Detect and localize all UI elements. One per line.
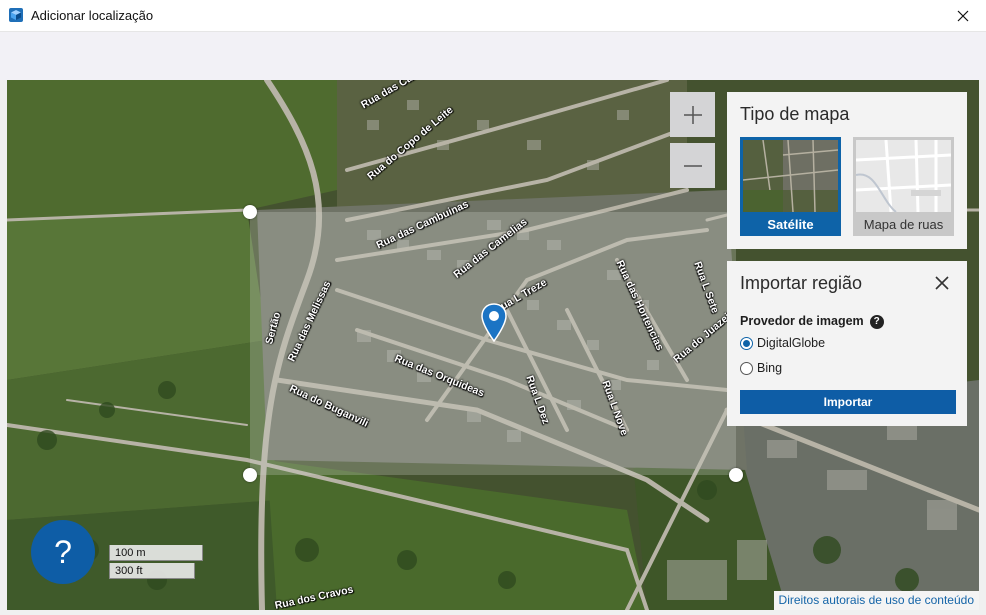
window-close-button[interactable]: [940, 0, 986, 31]
import-region-close-button[interactable]: [933, 274, 951, 292]
toolbar-band: [0, 32, 986, 80]
radio-unselected[interactable]: [740, 361, 753, 375]
title-bar: Adicionar localização: [0, 0, 986, 32]
help-icon[interactable]: ?: [869, 314, 884, 329]
satellite-thumbnail: [743, 140, 838, 212]
region-handle-top-left[interactable]: [243, 205, 257, 219]
provider-label: Provedor de imagem: [740, 314, 864, 328]
provider-option-label: Bing: [757, 361, 783, 375]
provider-label-row: Provedor de imagem?: [740, 314, 884, 329]
map-type-title: Tipo de mapa: [740, 104, 850, 124]
map-view[interactable]: Rua das Camelias Rua do Copo de Leite Ru…: [7, 80, 979, 610]
zoom-out-button[interactable]: [670, 143, 715, 188]
provider-option-bing[interactable]: Bing: [740, 361, 782, 375]
radio-selected[interactable]: [740, 336, 753, 350]
map-type-panel: Tipo de mapa Satélite Mapa de ruas: [727, 92, 967, 249]
map-type-street-label: Mapa de ruas: [853, 212, 954, 236]
import-button[interactable]: Importar: [740, 390, 956, 414]
map-type-satellite[interactable]: Satélite: [740, 137, 841, 236]
region-handle-bottom-left[interactable]: [243, 468, 257, 482]
provider-option-digitalglobe[interactable]: DigitalGlobe: [740, 336, 825, 350]
copyright-link[interactable]: Direitos autorais de uso de conteúdo: [773, 591, 979, 610]
import-region-panel: Importar região Provedor de imagem? Digi…: [727, 261, 967, 426]
provider-option-label: DigitalGlobe: [757, 336, 826, 350]
region-handle-bottom-right[interactable]: [729, 468, 743, 482]
help-button[interactable]: ?: [31, 520, 95, 584]
close-icon: [935, 276, 949, 290]
street-map-thumbnail: [856, 140, 951, 212]
plus-icon: [683, 105, 702, 124]
map-type-satellite-label: Satélite: [740, 212, 841, 236]
map-pin-icon[interactable]: [481, 303, 507, 343]
minus-icon: [683, 164, 702, 167]
scale-imperial: 300 ft: [109, 563, 195, 579]
map-type-street[interactable]: Mapa de ruas: [853, 137, 954, 236]
close-icon: [957, 10, 969, 21]
zoom-in-button[interactable]: [670, 92, 715, 137]
window-title: Adicionar localização: [31, 8, 154, 23]
scale-metric: 100 m: [109, 545, 203, 561]
import-region-title: Importar região: [740, 273, 863, 293]
3d-box-icon: [9, 8, 23, 22]
